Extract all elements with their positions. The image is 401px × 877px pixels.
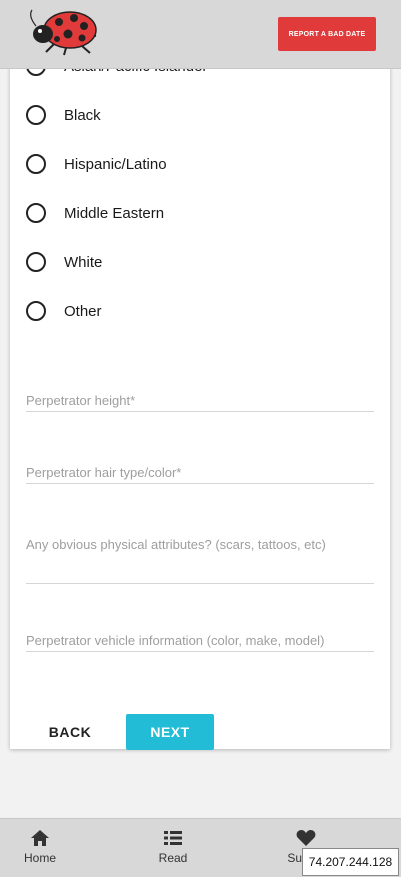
radio-label: White bbox=[64, 253, 103, 271]
next-button[interactable]: NEXT bbox=[126, 714, 214, 750]
radio-option-other[interactable]: Other bbox=[26, 299, 102, 323]
radio-label: Hispanic/Latino bbox=[64, 155, 167, 173]
height-field[interactable] bbox=[26, 389, 374, 412]
radio-label: Middle Eastern bbox=[64, 204, 165, 222]
radio-button[interactable] bbox=[26, 252, 46, 272]
radio-label: Other bbox=[64, 302, 102, 320]
nav-item-home[interactable]: Home bbox=[5, 829, 75, 865]
radio-option-hispanic[interactable]: Hispanic/Latino bbox=[26, 152, 167, 176]
back-button[interactable]: BACK bbox=[36, 714, 104, 750]
height-input[interactable] bbox=[26, 389, 374, 411]
home-icon bbox=[31, 830, 49, 846]
radio-button[interactable] bbox=[26, 203, 46, 223]
nav-item-read[interactable]: Read bbox=[138, 829, 208, 865]
ladybug-icon[interactable] bbox=[24, 6, 100, 56]
hair-input[interactable] bbox=[26, 461, 374, 483]
radio-button[interactable] bbox=[26, 105, 46, 125]
ip-address-tooltip: 74.207.244.128 bbox=[302, 848, 399, 876]
radio-option-black[interactable]: Black bbox=[26, 103, 101, 127]
radio-label: Black bbox=[64, 106, 101, 124]
form-card: Asian/Pacific Islander Black Hispanic/La… bbox=[10, 40, 390, 750]
nav-label-read: Read bbox=[158, 851, 188, 865]
attributes-field[interactable] bbox=[26, 533, 374, 584]
radio-button[interactable] bbox=[26, 154, 46, 174]
hair-field[interactable] bbox=[26, 461, 374, 484]
heart-icon bbox=[296, 830, 316, 846]
radio-option-middle-eastern[interactable]: Middle Eastern bbox=[26, 201, 164, 225]
radio-option-white[interactable]: White bbox=[26, 250, 102, 274]
vehicle-field[interactable] bbox=[26, 629, 374, 652]
list-icon bbox=[164, 831, 182, 845]
app-header: REPORT A BAD DATE bbox=[0, 0, 401, 69]
vehicle-input[interactable] bbox=[26, 629, 374, 651]
nav-label-home: Home bbox=[23, 851, 56, 865]
attributes-input[interactable] bbox=[26, 533, 374, 555]
radio-button[interactable] bbox=[26, 301, 46, 321]
report-bad-date-button[interactable]: REPORT A BAD DATE bbox=[278, 17, 376, 51]
